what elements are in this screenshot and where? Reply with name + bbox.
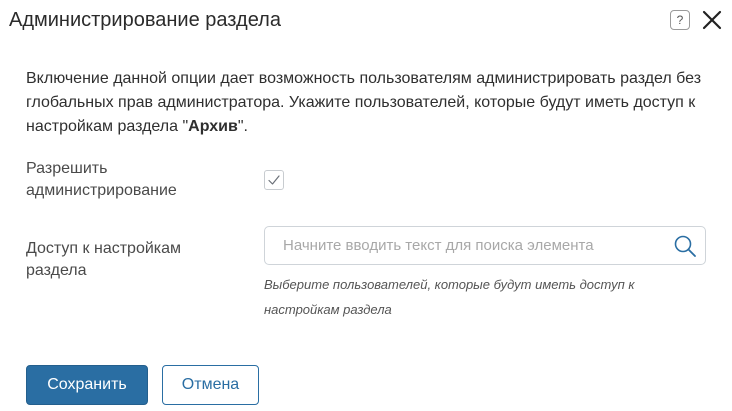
user-search-input[interactable]: [266, 228, 666, 263]
close-icon: [702, 10, 722, 30]
dialog-title: Администрирование раздела: [9, 9, 281, 31]
save-button[interactable]: Сохранить: [26, 365, 148, 405]
help-button[interactable]: ?: [670, 10, 690, 30]
allow-admin-label: Разрешить администрирование: [26, 160, 177, 199]
cancel-button[interactable]: Отмена: [162, 365, 259, 405]
user-search-field: [264, 226, 706, 265]
search-icon[interactable]: [673, 234, 697, 258]
section-name: Архив: [188, 118, 238, 135]
description-text: Включение данной опции дает возможность …: [26, 70, 702, 135]
check-icon: [268, 175, 280, 185]
admin-section-dialog: Администрирование раздела ? Включение да…: [0, 0, 732, 411]
close-button[interactable]: [701, 9, 723, 31]
allow-admin-checkbox[interactable]: [264, 170, 284, 190]
dialog-description: Включение данной опции дает возможность …: [26, 67, 716, 139]
help-icon: ?: [676, 13, 684, 27]
access-settings-label: Доступ к настройкам раздела: [26, 240, 182, 279]
search-hint: Выберите пользователей, которые будут им…: [264, 277, 635, 317]
description-end: ".: [237, 118, 248, 135]
